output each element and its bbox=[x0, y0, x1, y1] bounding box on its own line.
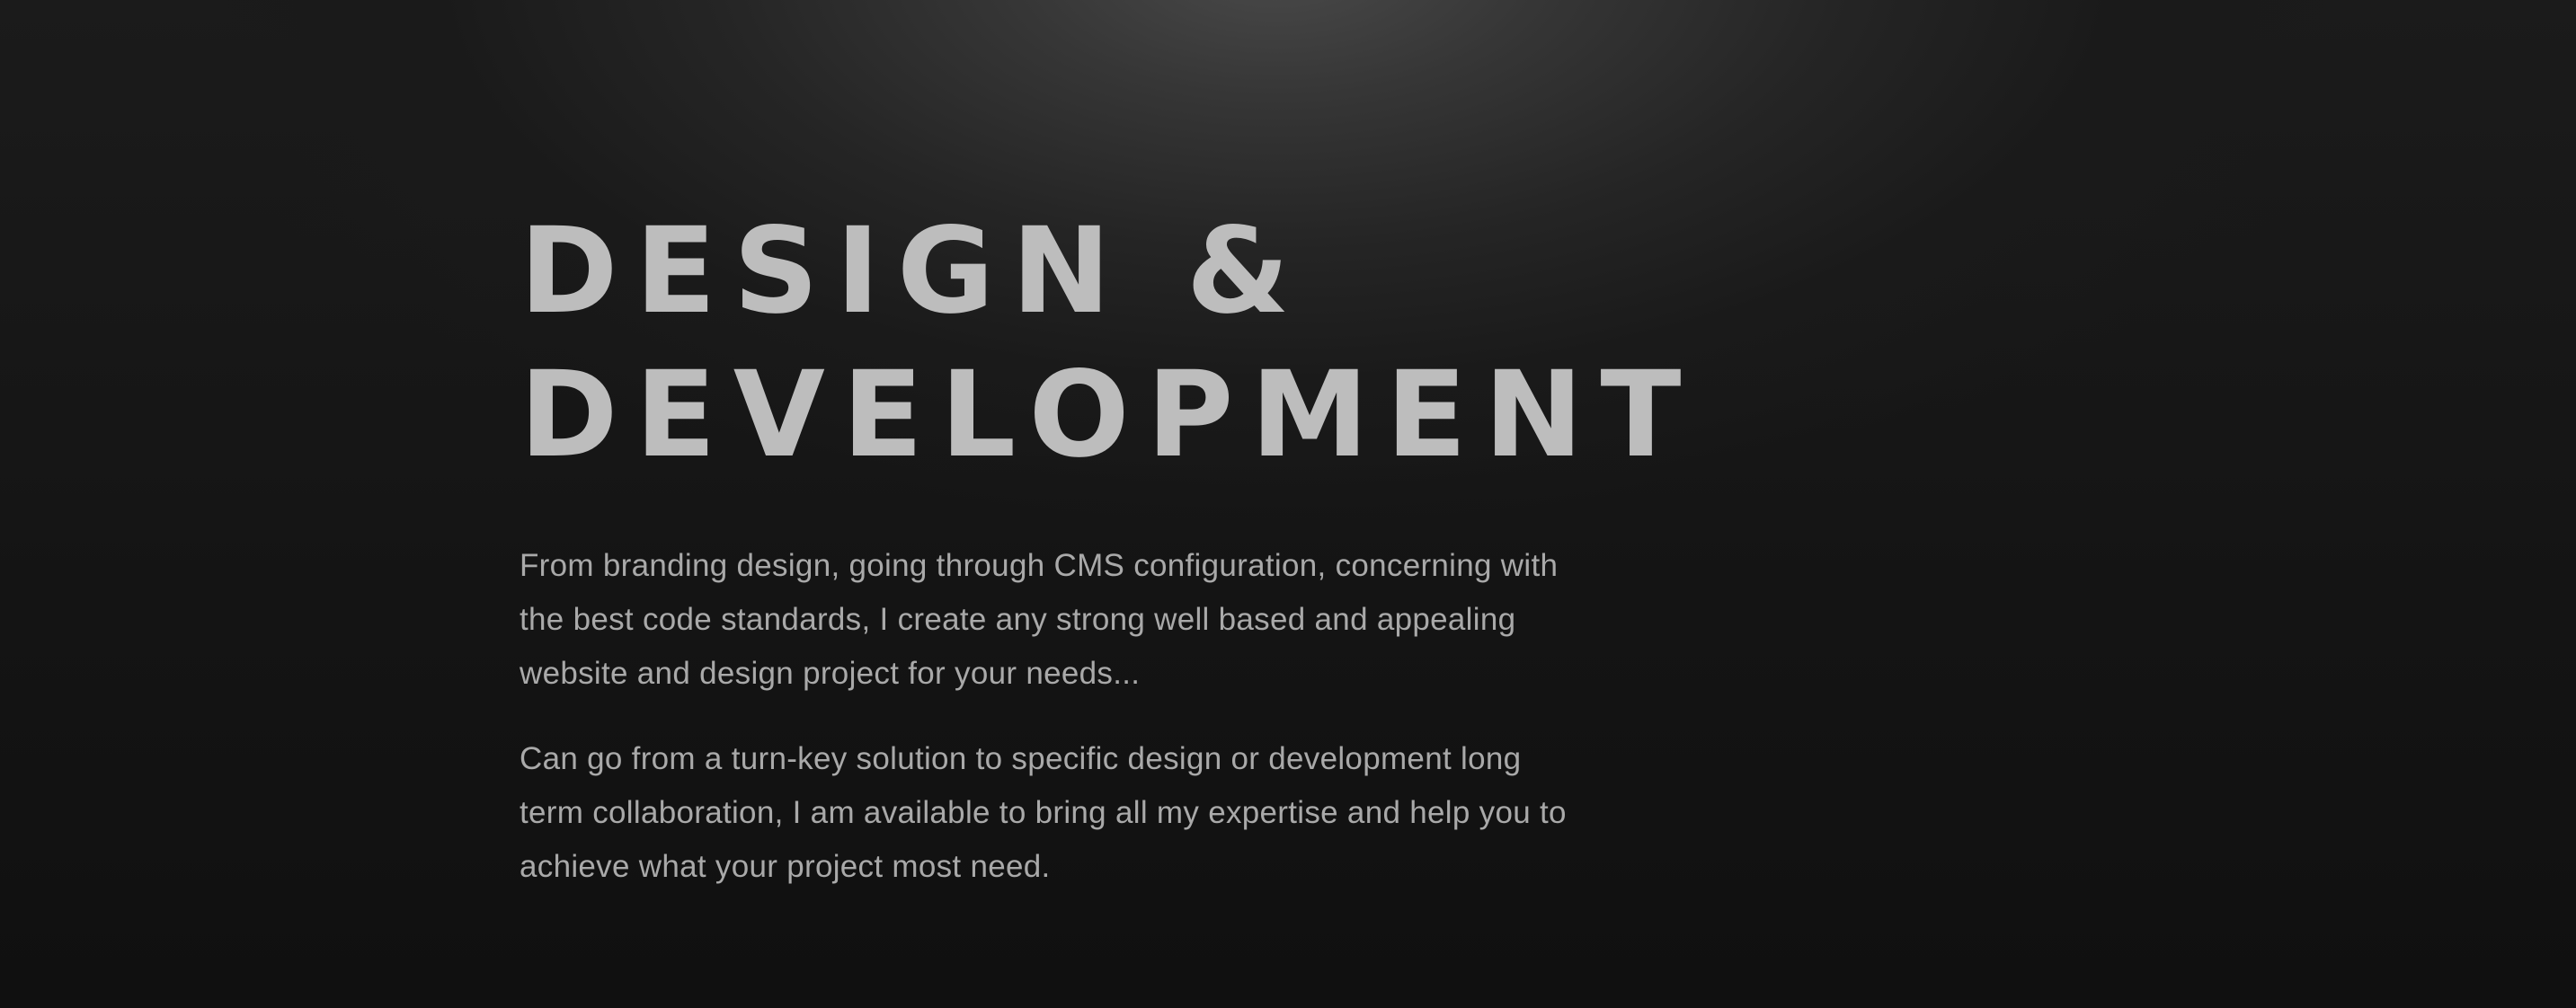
intro-text: From branding design, going through CMS … bbox=[520, 539, 1589, 894]
headline-line-2: DEVELOPMENT bbox=[520, 346, 1699, 484]
intro-paragraph-1: From branding design, going through CMS … bbox=[520, 548, 1559, 691]
hero-headline: DESIGN & DEVELOPMENT bbox=[520, 199, 1688, 487]
intro-paragraph-2: Can go from a turn-key solution to speci… bbox=[520, 741, 1567, 884]
headline-line-1: DESIGN & bbox=[520, 202, 1307, 340]
hero-section: DESIGN & DEVELOPMENT From branding desig… bbox=[0, 0, 2576, 1008]
hero-content: DESIGN & DEVELOPMENT From branding desig… bbox=[520, 199, 1688, 925]
